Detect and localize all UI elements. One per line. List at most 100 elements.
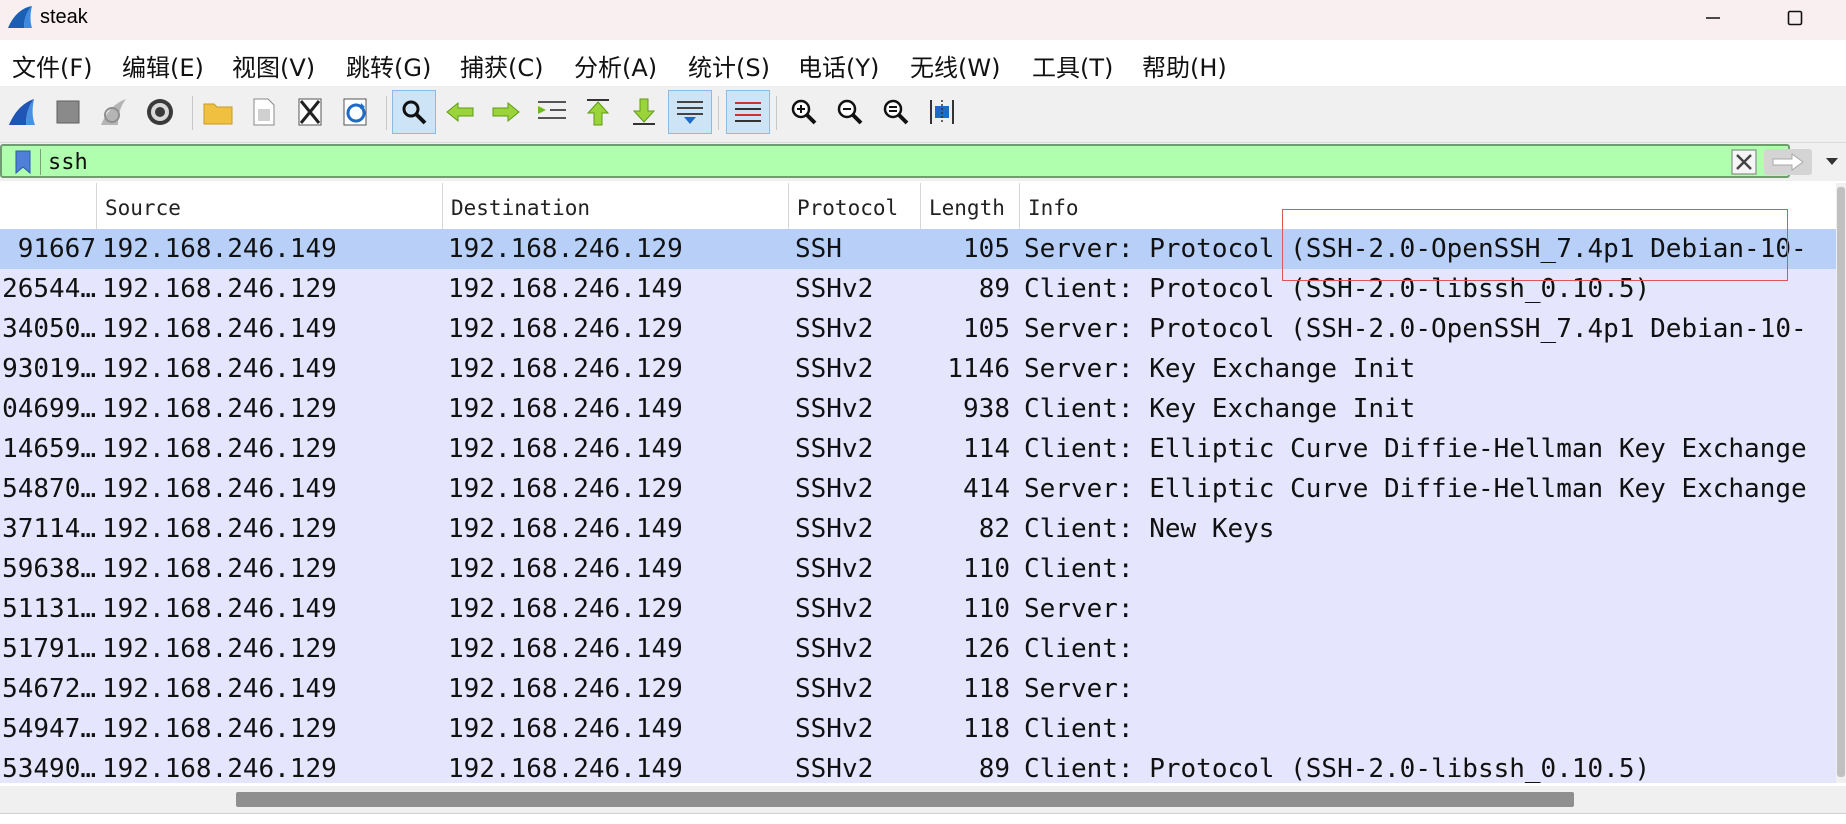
capture-options-button[interactable] [138, 90, 182, 134]
reload-file-button[interactable] [334, 90, 378, 134]
title-bar: steak [0, 0, 1846, 40]
packet-no: 51791… [2, 634, 96, 664]
column-header-protocol[interactable]: Protocol [788, 183, 920, 229]
toolbar-separator [718, 96, 719, 130]
column-header-destination[interactable]: Destination [442, 183, 788, 229]
column-header-no[interactable] [0, 183, 96, 229]
column-header-length[interactable]: Length [920, 183, 1019, 229]
packet-protocol: SSHv2 [795, 634, 874, 664]
packet-row[interactable]: 14659… 192.168.246.129 192.168.246.149 S… [0, 429, 1836, 469]
packet-info: Server: Elliptic Curve Diffie-Hellman Ke… [1024, 474, 1807, 504]
packet-info: Server: Key Exchange Init [1024, 354, 1416, 384]
toolbar-separator [192, 96, 193, 130]
packet-row[interactable]: 04699… 192.168.246.129 192.168.246.149 S… [0, 389, 1836, 429]
pane-divider[interactable] [0, 813, 1846, 824]
menu-capture[interactable]: 捕获(C) [460, 48, 543, 83]
packet-row[interactable]: 37114… 192.168.246.129 192.168.246.149 S… [0, 509, 1836, 549]
horizontal-scrollbar[interactable] [0, 786, 1846, 813]
packet-destination: 192.168.246.149 [448, 514, 683, 544]
start-capture-button[interactable] [0, 90, 44, 134]
wireshark-logo-icon [6, 4, 36, 30]
filter-history-dropdown[interactable] [1822, 151, 1842, 171]
zoom-in-button[interactable] [782, 90, 826, 134]
clear-filter-button[interactable] [1730, 149, 1758, 175]
packet-source: 192.168.246.129 [102, 554, 337, 584]
packet-destination: 192.168.246.129 [448, 354, 683, 384]
packet-protocol: SSHv2 [795, 394, 874, 424]
menu-edit[interactable]: 编辑(E) [122, 48, 204, 83]
zoom-out-button[interactable] [828, 90, 872, 134]
maximize-icon [1787, 10, 1803, 26]
vertical-scrollbar-thumb[interactable] [1837, 187, 1845, 777]
colorize-button[interactable] [726, 90, 770, 134]
menu-help[interactable]: 帮助(H) [1142, 48, 1227, 83]
stop-capture-button[interactable] [46, 90, 90, 134]
packet-row[interactable]: 54870… 192.168.246.149 192.168.246.129 S… [0, 469, 1836, 509]
menu-telephony[interactable]: 电话(Y) [798, 48, 879, 83]
packet-row[interactable]: 91667 192.168.246.149 192.168.246.129 SS… [0, 229, 1836, 269]
close-file-button[interactable] [288, 90, 332, 134]
packet-row[interactable]: 54672… 192.168.246.149 192.168.246.129 S… [0, 669, 1836, 709]
last-packet-button[interactable] [622, 90, 666, 134]
menu-bar: 文件(F) 编辑(E) 视图(V) 跳转(G) 捕获(C) 分析(A) 统计(S… [0, 40, 1846, 86]
packet-protocol: SSHv2 [795, 314, 874, 344]
horizontal-scrollbar-thumb[interactable] [236, 792, 1574, 807]
vertical-scrollbar[interactable] [1836, 183, 1846, 783]
save-file-button[interactable] [242, 90, 286, 134]
packet-protocol: SSHv2 [795, 674, 874, 704]
menu-statistics[interactable]: 统计(S) [688, 48, 770, 83]
menu-go[interactable]: 跳转(G) [346, 48, 431, 83]
packet-row[interactable]: 34050… 192.168.246.149 192.168.246.129 S… [0, 309, 1836, 349]
apply-filter-button[interactable] [1764, 149, 1812, 175]
menu-wireless[interactable]: 无线(W) [910, 48, 1000, 83]
packet-source: 192.168.246.149 [102, 314, 337, 344]
autoscroll-button[interactable] [668, 90, 712, 134]
toolbar-separator [386, 96, 387, 130]
go-to-packet-button[interactable] [530, 90, 574, 134]
packet-source: 192.168.246.129 [102, 394, 337, 424]
packet-destination: 192.168.246.129 [448, 314, 683, 344]
menu-analyze[interactable]: 分析(A) [574, 48, 657, 83]
go-back-button[interactable] [438, 90, 482, 134]
go-back-icon [446, 101, 474, 123]
packet-row[interactable]: 53490… 192.168.246.129 192.168.246.149 S… [0, 749, 1836, 783]
packet-row[interactable]: 54947… 192.168.246.129 192.168.246.149 S… [0, 709, 1836, 749]
packet-no: 51131… [2, 594, 96, 624]
zoom-in-icon [791, 99, 817, 125]
packet-row[interactable]: 51791… 192.168.246.129 192.168.246.149 S… [0, 629, 1836, 669]
packet-row[interactable]: 26544… 192.168.246.129 192.168.246.149 S… [0, 269, 1836, 309]
column-header-source[interactable]: Source [96, 183, 442, 229]
filter-bookmark-button[interactable] [10, 149, 36, 175]
open-file-button[interactable] [196, 90, 240, 134]
menu-tools[interactable]: 工具(T) [1032, 48, 1113, 83]
packet-length: 105 [963, 234, 1010, 264]
packet-destination: 192.168.246.149 [448, 554, 683, 584]
find-packet-button[interactable] [392, 90, 436, 134]
packet-no: 54672… [2, 674, 96, 704]
menu-file[interactable]: 文件(F) [12, 48, 93, 83]
display-filter-input[interactable] [48, 148, 1728, 176]
packet-info: Client: [1024, 714, 1134, 744]
packet-row[interactable]: 51131… 192.168.246.149 192.168.246.129 S… [0, 589, 1836, 629]
minimize-button[interactable] [1688, 2, 1738, 34]
menu-view[interactable]: 视图(V) [232, 48, 315, 83]
packet-no: 14659… [2, 434, 96, 464]
restart-capture-button[interactable] [92, 90, 136, 134]
column-header-info[interactable]: Info [1019, 183, 1836, 229]
packet-no: 04699… [2, 394, 96, 424]
maximize-button[interactable] [1770, 2, 1820, 34]
packet-row[interactable]: 59638… 192.168.246.129 192.168.246.149 S… [0, 549, 1836, 589]
packet-destination: 192.168.246.149 [448, 754, 683, 783]
normal-size-button[interactable] [874, 90, 918, 134]
packet-destination: 192.168.246.149 [448, 394, 683, 424]
packet-no: 37114… [2, 514, 96, 544]
packet-destination: 192.168.246.129 [448, 594, 683, 624]
first-packet-button[interactable] [576, 90, 620, 134]
packet-protocol: SSHv2 [795, 514, 874, 544]
packet-row[interactable]: 93019… 192.168.246.149 192.168.246.129 S… [0, 349, 1836, 389]
resize-columns-button[interactable] [920, 90, 964, 134]
packet-no: 93019… [2, 354, 96, 384]
go-forward-button[interactable] [484, 90, 528, 134]
packet-no: 91667 [17, 234, 96, 264]
packet-length: 938 [963, 394, 1010, 424]
